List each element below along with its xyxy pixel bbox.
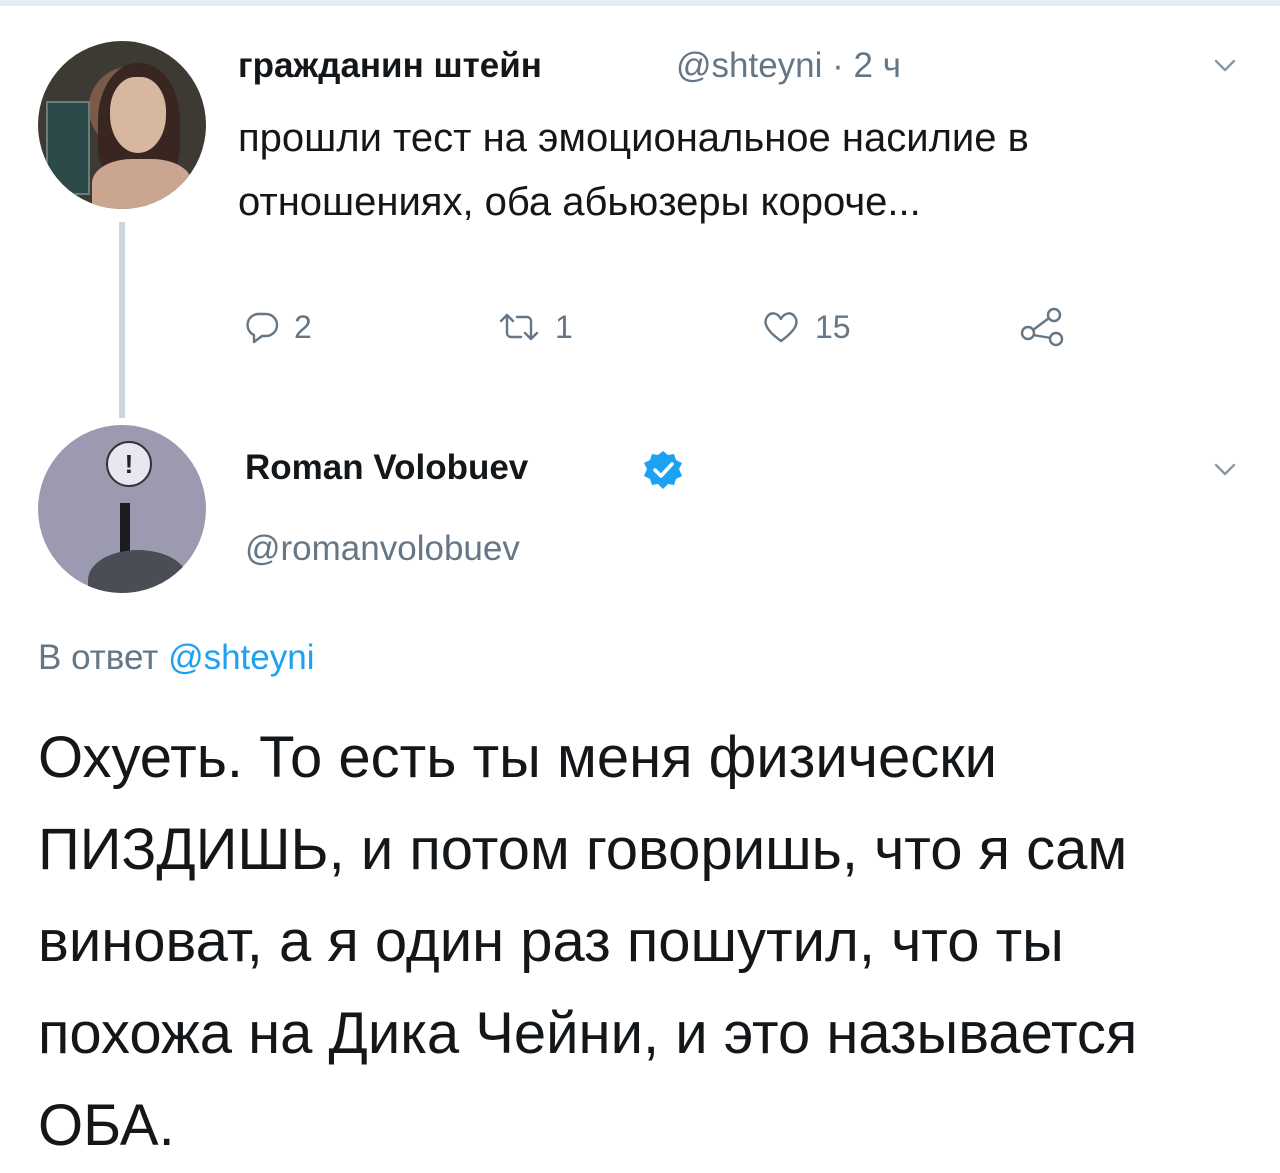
heart-icon bbox=[764, 312, 798, 343]
avatar-background-window bbox=[46, 101, 90, 195]
tweet-author-name[interactable]: гражданин штейн bbox=[238, 46, 542, 86]
avatar-figure bbox=[120, 503, 130, 555]
thread-connector-line bbox=[119, 222, 125, 418]
like-count: 15 bbox=[815, 308, 851, 345]
reply-count: 2 bbox=[294, 308, 312, 345]
tweet-text: прошли тест на эмоциональное насилие в о… bbox=[238, 116, 1029, 224]
retweet-button[interactable]: 1 bbox=[497, 306, 573, 348]
avatar-speech-bubble: ! bbox=[106, 441, 152, 487]
share-button[interactable] bbox=[1018, 306, 1066, 348]
retweet-count: 1 bbox=[555, 308, 573, 345]
avatar-body bbox=[92, 159, 192, 209]
tweet-handle[interactable]: @romanvolobuev bbox=[245, 529, 520, 569]
reply-context: В ответ @shteyni bbox=[38, 638, 315, 678]
chevron-down-icon[interactable] bbox=[1214, 458, 1236, 480]
like-button[interactable]: 15 bbox=[761, 306, 851, 348]
tweet-text: Охуеть. То есть ты меня физически ПИЗДИШ… bbox=[38, 725, 1138, 1158]
retweet-icon bbox=[499, 313, 539, 341]
verified-badge-icon bbox=[644, 451, 682, 489]
tweet-handle-and-time[interactable]: @shteyni · 2 ч bbox=[676, 46, 901, 86]
avatar[interactable]: ! bbox=[38, 425, 206, 593]
tweet-author-name[interactable]: Roman Volobuev bbox=[245, 448, 528, 488]
top-divider bbox=[0, 0, 1280, 6]
avatar-face bbox=[110, 77, 166, 153]
reply-prefix: В ответ bbox=[38, 638, 169, 677]
reply-icon bbox=[246, 312, 279, 344]
share-icon bbox=[1020, 307, 1064, 347]
reply-mention-link[interactable]: @shteyni bbox=[168, 638, 314, 677]
chevron-down-icon[interactable] bbox=[1214, 54, 1236, 76]
avatar[interactable] bbox=[38, 41, 206, 209]
reply-button[interactable]: 2 bbox=[244, 306, 312, 348]
avatar-rock bbox=[88, 550, 188, 593]
